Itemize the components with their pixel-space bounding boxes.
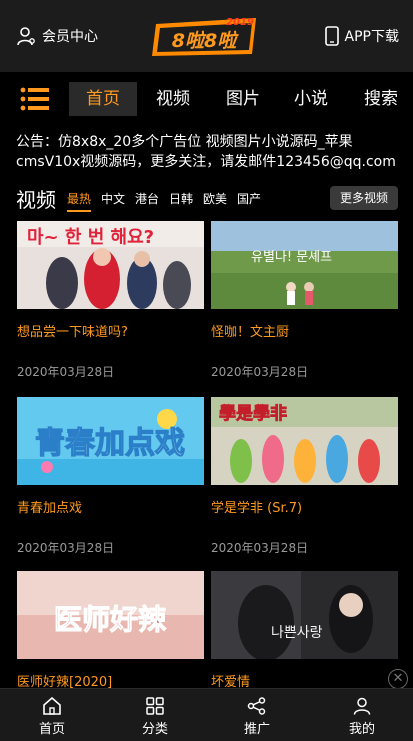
video-card[interactable]: 青春加点戏 青春加点戏 2020年03月28日 [17, 397, 204, 555]
video-date: 2020年03月28日 [17, 365, 115, 379]
category-western[interactable]: 欧美 [203, 190, 227, 207]
main-nav: 首页 视频 图片 小说 搜索 [0, 72, 413, 128]
bottom-tab-bar: 首页 分类 推广 我的 [0, 688, 413, 741]
top-bar: 会员中心 8啦8啦 2019 APP下载 [0, 0, 413, 72]
grid-icon [146, 697, 164, 715]
video-poster[interactable]: 學是學非 [211, 397, 398, 485]
video-card[interactable]: 나쁜사랑 坏爱情 [211, 571, 398, 690]
bottom-tab-home[interactable]: 首页 [12, 697, 92, 737]
video-card[interactable]: 医师好辣 医师好辣[2020] [17, 571, 204, 690]
video-poster[interactable]: 유별나! 문셰프 [211, 221, 398, 309]
section-title: 视频 [16, 188, 56, 212]
bottom-tab-label: 分类 [141, 722, 168, 737]
video-title[interactable]: 学是学非 (Sr.7) [211, 497, 398, 516]
video-title[interactable]: 想品尝一下味道吗? [17, 321, 204, 340]
category-domestic[interactable]: 国产 [237, 190, 261, 207]
home-icon [43, 697, 61, 715]
video-card[interactable]: 마~ 한 번 해요? 想品尝一下味道吗? 2020年03月28日 [17, 221, 204, 379]
svg-text:青春加点戏: 青春加点戏 [35, 426, 185, 461]
svg-text:學是學非: 學是學非 [219, 403, 287, 424]
video-card[interactable]: 學是學非 学是学非 (Sr.7) 2020年03月28日 [211, 397, 398, 555]
video-poster[interactable]: 마~ 한 번 해요? [17, 221, 204, 309]
app-download-label: APP下载 [344, 29, 399, 45]
bottom-tab-promote[interactable]: 推广 [217, 697, 297, 737]
category-jpkr[interactable]: 日韩 [169, 190, 193, 207]
close-icon[interactable]: ✕ [388, 669, 408, 689]
video-title[interactable]: 青春加点戏 [17, 497, 204, 516]
svg-text:유별나! 문셰프: 유별나! 문셰프 [251, 250, 332, 265]
bottom-tab-mine[interactable]: 我的 [322, 697, 402, 737]
user-icon [353, 697, 371, 715]
member-center-label: 会员中心 [42, 29, 98, 45]
logo-year: 2019 [226, 17, 254, 28]
bottom-tab-label: 我的 [348, 722, 375, 737]
user-icon [17, 27, 35, 46]
tab-image[interactable]: 图片 [218, 82, 268, 116]
category-chinese[interactable]: 中文 [101, 190, 125, 207]
more-videos-button[interactable]: 更多视频 [330, 186, 398, 210]
video-date: 2020年03月28日 [211, 365, 309, 379]
video-title[interactable]: 怪咖！文主厨 [211, 321, 398, 340]
svg-text:마~ 한 번 해요?: 마~ 한 번 해요? [27, 227, 154, 248]
tab-novel[interactable]: 小说 [286, 82, 336, 116]
video-poster[interactable]: 医师好辣 [17, 571, 204, 659]
menu-icon[interactable] [20, 86, 50, 112]
video-date: 2020年03月28日 [17, 541, 115, 555]
tab-home[interactable]: 首页 [69, 82, 137, 116]
site-logo[interactable]: 8啦8啦 2019 [152, 14, 262, 58]
bottom-tab-category[interactable]: 分类 [115, 697, 195, 737]
video-poster[interactable]: 青春加点戏 [17, 397, 204, 485]
bottom-tab-label: 推广 [243, 722, 270, 737]
svg-text:医师好辣: 医师好辣 [54, 603, 167, 636]
share-icon [247, 697, 266, 715]
video-date: 2020年03月28日 [211, 541, 309, 555]
video-card[interactable]: 유별나! 문셰프 怪咖！文主厨 2020年03月28日 [211, 221, 398, 379]
tab-search[interactable]: 搜索 [356, 82, 406, 116]
video-poster[interactable]: 나쁜사랑 [211, 571, 398, 661]
member-center-link[interactable]: 会员中心 [16, 26, 98, 46]
video-section-header: 视频 最热 中文 港台 日韩 欧美 国产 更多视频 [16, 184, 398, 212]
logo-text: 8啦8啦 [172, 30, 239, 52]
category-hot[interactable]: 最热 [67, 190, 92, 212]
category-hktw[interactable]: 港台 [135, 190, 159, 207]
tab-video[interactable]: 视频 [148, 82, 198, 116]
bottom-tab-label: 首页 [38, 722, 65, 737]
phone-icon [324, 26, 339, 46]
announcement-text: 公告：仿8x8x_20多个广告位 视频图片小说源码_苹果cmsV10x视频源码，… [16, 134, 396, 170]
svg-text:나쁜사랑: 나쁜사랑 [271, 625, 323, 641]
app-download-link[interactable]: APP下载 [324, 26, 399, 46]
